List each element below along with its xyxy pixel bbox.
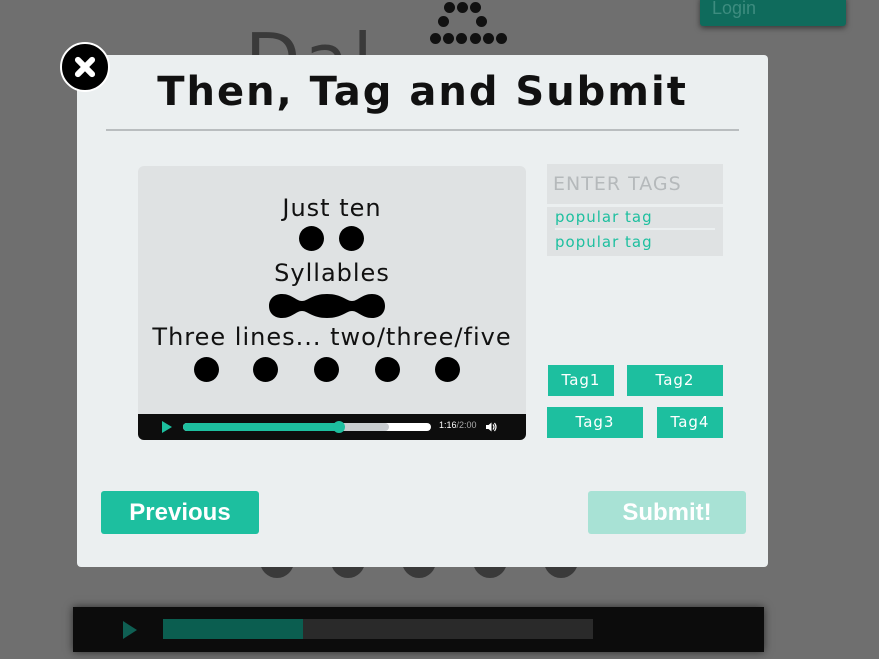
background-video-player: [73, 607, 764, 652]
tag-suggestions: popular tag popular tag: [547, 207, 723, 256]
syllable-dot: [299, 226, 324, 251]
syllable-dot: [253, 357, 278, 382]
video-caption-line3: Three lines... two/three/five: [152, 323, 512, 351]
video-controls: 1:16/2:00: [138, 414, 526, 440]
time-display: 1:16/2:00: [439, 420, 477, 430]
progress-handle[interactable]: [333, 421, 346, 433]
tag-button-3[interactable]: Tag3: [547, 407, 643, 438]
tag-button-2[interactable]: Tag2: [627, 365, 723, 396]
tag-suggestion[interactable]: popular tag: [555, 233, 715, 251]
title-divider: [106, 129, 739, 131]
close-icon[interactable]: [60, 42, 110, 92]
syllable-dot: [375, 357, 400, 382]
play-icon[interactable]: [162, 421, 172, 433]
current-time: 1:16: [439, 420, 457, 430]
modal-title: Then, Tag and Submit: [157, 69, 688, 115]
volume-icon[interactable]: [485, 421, 497, 433]
previous-button[interactable]: Previous: [101, 491, 259, 534]
syllable-dot: [314, 357, 339, 382]
progress-fill: [183, 423, 340, 431]
video-caption-line1: Just ten: [282, 194, 382, 222]
syllable-dot: [339, 226, 364, 251]
submit-button[interactable]: Submit!: [588, 491, 746, 534]
video-progress-bar[interactable]: [183, 421, 431, 433]
tag-button-4[interactable]: Tag4: [657, 407, 723, 438]
syllable-dot: [435, 357, 460, 382]
background-progress-track: [163, 619, 593, 639]
background-login-button: Login: [700, 0, 846, 26]
video-caption-line2: Syllables: [274, 259, 390, 287]
background-play-icon: [123, 621, 137, 639]
syllable-dot: [194, 357, 219, 382]
tag-button-1[interactable]: Tag1: [548, 365, 614, 396]
tag-submit-modal: Then, Tag and Submit Just ten Syllables …: [77, 55, 768, 567]
duration: /2:00: [456, 420, 477, 430]
tag-suggestion[interactable]: popular tag: [555, 208, 715, 230]
video-preview[interactable]: Just ten Syllables Three lines... two/th…: [138, 166, 526, 440]
tag-input[interactable]: [547, 164, 723, 204]
wavy-syllables-shape: [269, 294, 385, 318]
